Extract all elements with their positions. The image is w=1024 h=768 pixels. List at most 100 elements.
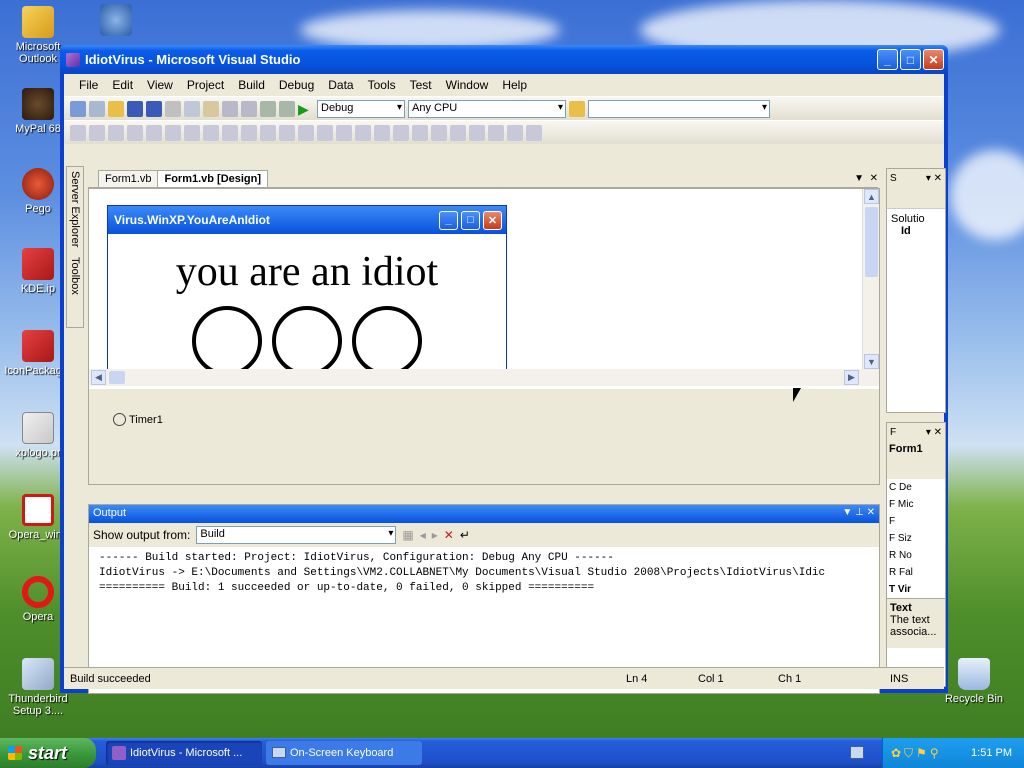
start-debug-icon[interactable]: ▶	[298, 101, 314, 117]
menu-data[interactable]: Data	[321, 76, 360, 94]
make-same-width-icon[interactable]	[203, 124, 219, 141]
server-explorer-tab[interactable]: Server Explorer	[69, 171, 81, 247]
project-node[interactable]: Id	[891, 225, 941, 237]
navigate-forward-icon[interactable]	[279, 100, 295, 117]
solution-config-select[interactable]: Debug	[317, 99, 405, 118]
menu-test[interactable]: Test	[403, 76, 439, 94]
make-same-size-icon[interactable]	[241, 124, 257, 141]
form-maximize-button[interactable]: □	[461, 210, 480, 230]
previous-message-icon[interactable]: ◂	[420, 528, 426, 542]
pin-icon[interactable]: ▾ ✕	[926, 427, 942, 438]
increase-horizontal-spacing-icon[interactable]	[298, 124, 314, 141]
menu-view[interactable]: View	[140, 76, 180, 94]
solution-node[interactable]: Solutio	[891, 213, 941, 225]
navigate-back-icon[interactable]	[260, 100, 276, 117]
menu-edit[interactable]: Edit	[105, 76, 140, 94]
align-bottoms-icon[interactable]	[184, 124, 200, 141]
save-icon[interactable]	[127, 100, 143, 117]
increase-vertical-spacing-icon[interactable]	[374, 124, 390, 141]
make-same-height-icon[interactable]	[222, 124, 238, 141]
property-row[interactable]: R Fal	[889, 564, 945, 581]
align-lefts-icon[interactable]	[89, 124, 105, 141]
property-row[interactable]: F Siz	[889, 530, 945, 547]
task-on-screen-keyboard[interactable]: On-Screen Keyboard	[266, 741, 422, 765]
decrease-horizontal-spacing-icon[interactable]	[317, 124, 333, 141]
center-vertically-icon[interactable]	[450, 124, 466, 141]
align-middles-icon[interactable]	[165, 124, 181, 141]
properties-grid[interactable]: C De F Mic F F Siz R No R Fal T Vir	[887, 479, 945, 598]
new-project-icon[interactable]	[70, 100, 86, 117]
chevron-down-icon[interactable]: ▼	[842, 507, 852, 518]
solution-explorer-header[interactable]: S ▾ ✕	[887, 169, 945, 187]
clear-all-icon[interactable]: ✕	[444, 528, 454, 542]
menu-window[interactable]: Window	[439, 76, 496, 94]
center-horizontally-icon[interactable]	[431, 124, 447, 141]
tray-status-icon[interactable]: ✿⛉⚑⚲	[891, 746, 942, 761]
menu-build[interactable]: Build	[231, 76, 272, 94]
close-button[interactable]: ✕	[923, 49, 944, 70]
go-to-message-icon[interactable]: ▦	[402, 528, 413, 542]
size-to-grid-icon[interactable]	[260, 124, 276, 141]
bring-to-front-icon[interactable]	[469, 124, 485, 141]
align-rights-icon[interactable]	[127, 124, 143, 141]
copy-icon[interactable]	[184, 100, 200, 117]
designer-horizontal-scrollbar[interactable]: ◀ ▶	[89, 369, 879, 386]
window-titlebar[interactable]: IdiotVirus - Microsoft Visual Studio _ □…	[60, 45, 948, 74]
task-visual-studio[interactable]: IdiotVirus - Microsoft ...	[106, 741, 262, 765]
solution-tree[interactable]: Solutio Id	[887, 209, 945, 241]
maximize-button[interactable]: □	[900, 49, 921, 70]
menu-file[interactable]: File	[72, 76, 105, 94]
tab-order-icon[interactable]	[507, 124, 523, 141]
save-all-icon[interactable]	[146, 100, 162, 117]
output-source-select[interactable]: Build	[196, 526, 397, 544]
paste-icon[interactable]	[203, 100, 219, 117]
horizontal-spacing-icon[interactable]	[279, 124, 295, 141]
remove-vertical-spacing-icon[interactable]	[412, 124, 428, 141]
designed-form[interactable]: Virus.WinXP.YouAreAnIdiot _ □ ✕ you are …	[107, 205, 507, 385]
align-to-grid-icon[interactable]	[70, 124, 86, 141]
scroll-right-icon[interactable]: ▶	[844, 370, 859, 385]
menu-project[interactable]: Project	[180, 76, 231, 94]
scroll-down-icon[interactable]: ▼	[864, 354, 879, 369]
menu-help[interactable]: Help	[495, 76, 534, 94]
send-to-back-icon[interactable]	[488, 124, 504, 141]
designer-vertical-scrollbar[interactable]: ▲ ▼	[862, 189, 879, 369]
output-panel-header[interactable]: Output ▼ ⊥ ✕	[89, 505, 879, 523]
find-in-files-icon[interactable]	[569, 100, 585, 117]
form-minimize-button[interactable]: _	[439, 210, 458, 230]
property-row[interactable]: C De	[889, 479, 945, 496]
lock-controls-icon[interactable]	[526, 124, 542, 141]
vertical-spacing-icon[interactable]	[355, 124, 371, 141]
property-row[interactable]: T Vir	[889, 581, 945, 598]
add-item-icon[interactable]	[89, 100, 105, 117]
scroll-up-icon[interactable]: ▲	[864, 189, 879, 204]
toolbox-tab[interactable]: Toolbox	[69, 257, 81, 295]
desktop-icon-mail[interactable]	[80, 4, 152, 39]
close-document-icon[interactable]: ✕	[870, 173, 878, 184]
chevron-down-icon[interactable]: ▼	[854, 173, 864, 184]
pin-icon[interactable]: ⊥	[855, 507, 864, 518]
properties-object-select[interactable]: Form1	[887, 441, 945, 457]
redo-icon[interactable]	[241, 100, 257, 117]
property-row[interactable]: R No	[889, 547, 945, 564]
align-tops-icon[interactable]	[146, 124, 162, 141]
property-row[interactable]: F Mic	[889, 496, 945, 513]
minimize-button[interactable]: _	[877, 49, 898, 70]
tab-form1-design[interactable]: Form1.vb [Design]	[157, 170, 269, 187]
property-row[interactable]: F	[889, 513, 945, 530]
scroll-thumb[interactable]	[865, 207, 878, 277]
undo-icon[interactable]	[222, 100, 238, 117]
pin-icon[interactable]: ▾ ✕	[926, 173, 942, 184]
menu-tools[interactable]: Tools	[361, 76, 403, 94]
form-titlebar[interactable]: Virus.WinXP.YouAreAnIdiot _ □ ✕	[108, 206, 506, 234]
scroll-thumb[interactable]	[109, 371, 125, 384]
align-centers-icon[interactable]	[108, 124, 124, 141]
menu-debug[interactable]: Debug	[272, 76, 321, 94]
clock[interactable]: 1:51 PM	[971, 747, 1012, 759]
timer1-component[interactable]: Timer1	[113, 413, 163, 426]
properties-header[interactable]: F ▾ ✕	[887, 423, 945, 441]
scroll-left-icon[interactable]: ◀	[91, 370, 106, 385]
keyboard-tray-icon[interactable]	[850, 746, 864, 759]
visual-studio-window[interactable]: IdiotVirus - Microsoft Visual Studio _ □…	[60, 45, 948, 694]
idiot-label[interactable]: you are an idiot	[108, 248, 506, 296]
